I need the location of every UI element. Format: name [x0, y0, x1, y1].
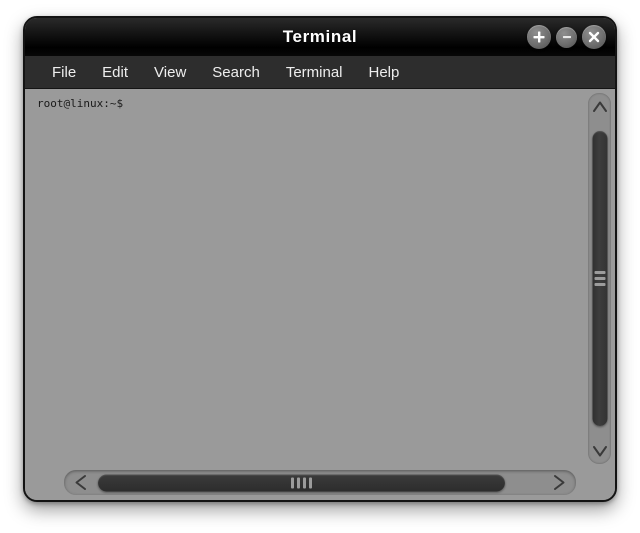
chevron-left-icon [75, 475, 86, 490]
shell-prompt: root@linux:~$ [37, 97, 124, 110]
scroll-right-button[interactable] [542, 470, 576, 495]
chevron-right-icon [554, 475, 565, 490]
menu-item-search[interactable]: Search [199, 61, 273, 84]
terminal-window: Terminal File Edit View Search Terminal … [23, 16, 617, 502]
horizontal-grip-icon [291, 477, 312, 488]
menu-item-help[interactable]: Help [356, 61, 413, 84]
minimize-button[interactable] [556, 26, 577, 48]
menu-item-view[interactable]: View [141, 61, 199, 84]
menu-item-terminal[interactable]: Terminal [273, 61, 356, 84]
vertical-scroll-track[interactable] [588, 119, 611, 438]
horizontal-scroll-track[interactable] [98, 470, 542, 495]
vertical-scroll-thumb[interactable] [592, 131, 607, 426]
window-title: Terminal [282, 27, 358, 46]
close-icon [588, 31, 600, 43]
horizontal-scroll-thumb[interactable] [98, 474, 505, 491]
maximize-button[interactable] [527, 25, 551, 49]
window-controls [527, 25, 606, 49]
chevron-down-icon [592, 445, 607, 456]
scroll-down-button[interactable] [588, 438, 611, 464]
vertical-scrollbar[interactable] [588, 93, 611, 464]
menubar: File Edit View Search Terminal Help [25, 56, 615, 89]
vertical-grip-icon [594, 271, 605, 286]
horizontal-scrollbar[interactable] [64, 470, 576, 495]
window-titlebar[interactable]: Terminal [25, 18, 615, 56]
minus-icon [562, 36, 571, 39]
menu-item-edit[interactable]: Edit [89, 61, 141, 84]
chevron-up-icon [592, 101, 607, 112]
scroll-up-button[interactable] [588, 93, 611, 119]
desktop-background: Terminal File Edit View Search Terminal … [0, 0, 640, 533]
menu-item-file[interactable]: File [39, 61, 89, 84]
plus-icon [533, 31, 545, 43]
scroll-left-button[interactable] [64, 470, 98, 495]
close-button[interactable] [582, 25, 606, 49]
terminal-output-area[interactable]: root@linux:~$ [25, 89, 588, 500]
terminal-body: root@linux:~$ [25, 89, 615, 500]
